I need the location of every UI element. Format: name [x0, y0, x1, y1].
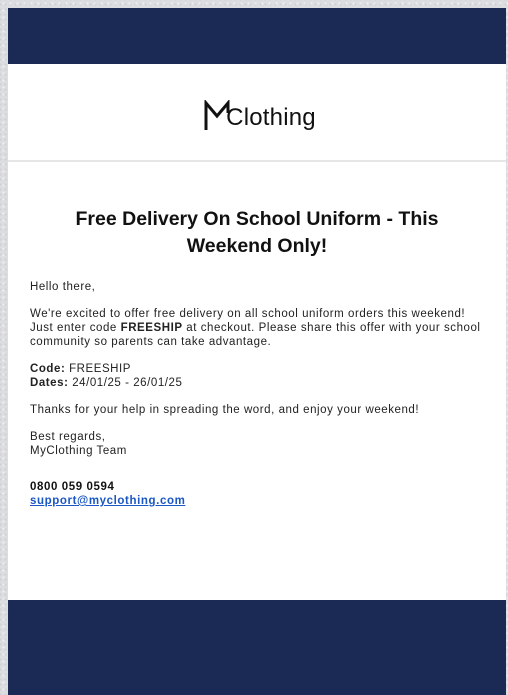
- support-email-link[interactable]: support@myclothing.com: [30, 494, 185, 508]
- email-headline: Free Delivery On School Uniform - This W…: [75, 208, 439, 257]
- thanks-paragraph: Thanks for your help in spreading the wo…: [30, 404, 420, 416]
- phone-number: 0800 059 0594: [30, 481, 115, 493]
- code-line: Code: FREESHIP: [30, 362, 484, 376]
- brand-logo: Clothing: [204, 92, 316, 132]
- email-body: Free Delivery On School Uniform - This W…: [8, 206, 506, 508]
- signoff: Best regards,: [30, 431, 106, 443]
- dates-label: Dates:: [30, 377, 69, 389]
- email-header: Clothing: [8, 64, 506, 162]
- logo-wordmark: Clothing: [226, 104, 316, 131]
- email-frame: Clothing Free Delivery On School Uniform…: [8, 8, 506, 695]
- offer-details: Code: FREESHIP Dates: 24/01/25 - 26/01/2…: [30, 362, 484, 390]
- email-content: Clothing Free Delivery On School Uniform…: [8, 64, 506, 600]
- dates-line: Dates: 24/01/25 - 26/01/25: [30, 376, 484, 390]
- intro-promo-code: FREESHIP: [120, 322, 183, 334]
- intro-paragraph: We're excited to offer free delivery on …: [30, 307, 484, 349]
- code-label: Code:: [30, 363, 66, 375]
- signature: MyClothing Team: [30, 445, 127, 457]
- contact-block: 0800 059 0594 support@myclothing.com: [30, 480, 484, 508]
- code-value: FREESHIP: [65, 363, 131, 375]
- greeting: Hello there,: [30, 281, 96, 293]
- dates-value: 24/01/25 - 26/01/25: [68, 377, 183, 389]
- signoff-block: Best regards, MyClothing Team: [30, 430, 484, 458]
- top-banner: [8, 8, 506, 64]
